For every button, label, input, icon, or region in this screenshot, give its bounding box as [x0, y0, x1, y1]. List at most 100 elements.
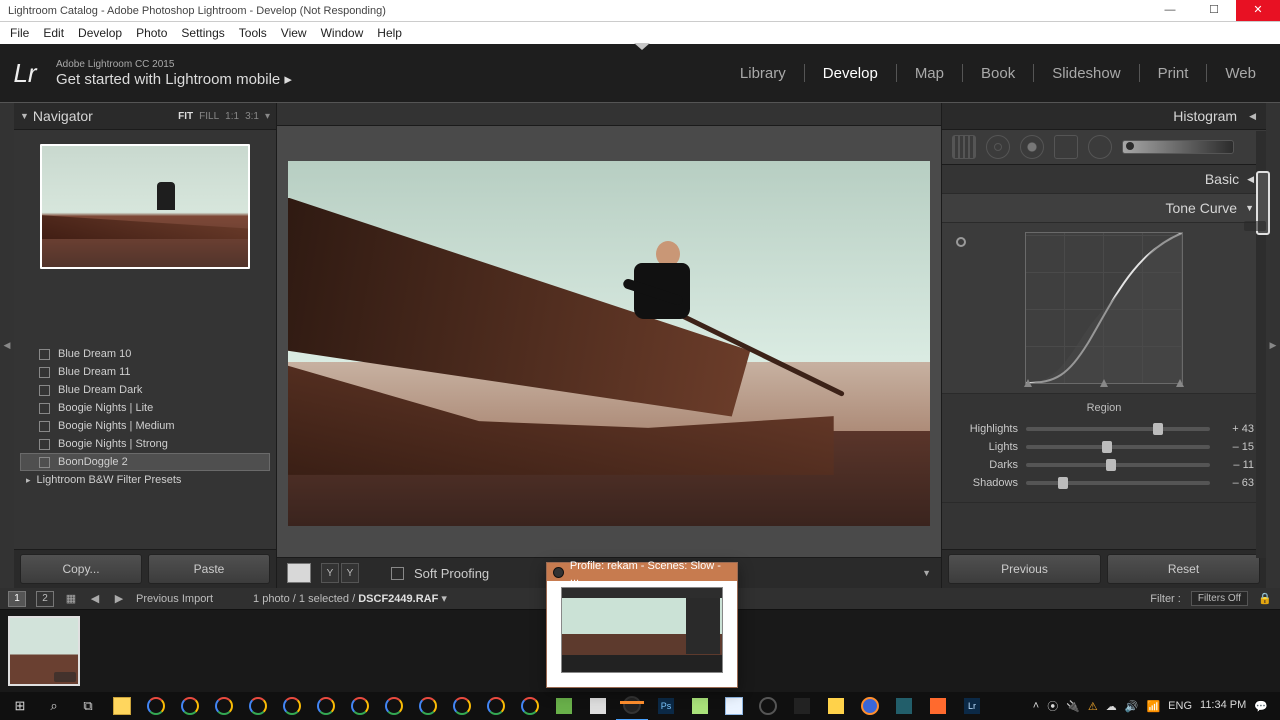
window-minimize-button[interactable]: — [1148, 0, 1192, 21]
histogram-header[interactable]: Histogram◀ [942, 103, 1266, 130]
module-map[interactable]: Map [907, 59, 952, 88]
taskbar-chrome-11[interactable] [480, 692, 512, 720]
taskbar-chrome-4[interactable] [242, 692, 274, 720]
paste-button[interactable]: Paste [148, 554, 270, 584]
target-adjustment-icon[interactable] [956, 237, 966, 247]
graduated-filter-tool[interactable] [1054, 135, 1078, 159]
tray-language[interactable]: ENG [1168, 700, 1192, 712]
tray-clock[interactable]: 11:34 PM [1200, 700, 1246, 712]
radial-filter-tool[interactable] [1088, 135, 1112, 159]
tone-curve-graph[interactable] [1025, 232, 1183, 384]
module-web[interactable]: Web [1217, 59, 1264, 88]
preset-item[interactable]: Boogie Nights | Medium [20, 417, 270, 435]
monitor-2-button[interactable]: 2 [36, 591, 54, 607]
taskbar-chrome-9[interactable] [412, 692, 444, 720]
zoom-fill[interactable]: FILL [199, 111, 219, 122]
preset-item[interactable]: Blue Dream 10 [20, 345, 270, 363]
nav-next-icon[interactable]: ▶ [112, 592, 126, 606]
taskbar-chrome-2[interactable] [174, 692, 206, 720]
copy-button[interactable]: Copy... [20, 554, 142, 584]
task-view[interactable]: ⧉ [72, 692, 104, 720]
taskbar-notepad[interactable] [718, 692, 750, 720]
navigator-header[interactable]: ▼ Navigator FIT FILL 1:1 3:1 ▾ [14, 103, 276, 130]
menu-edit[interactable]: Edit [43, 26, 64, 40]
curve-region-handles[interactable] [1024, 379, 1184, 387]
taskbar-search[interactable]: ⌕ [38, 692, 70, 720]
module-slideshow[interactable]: Slideshow [1044, 59, 1128, 88]
filename-dropdown-icon[interactable]: ▾ [441, 593, 447, 605]
tray-onedrive-icon[interactable]: ☁ [1106, 700, 1117, 713]
taskbar-chrome-12[interactable] [514, 692, 546, 720]
taskbar-chrome-6[interactable] [310, 692, 342, 720]
preset-item[interactable]: Blue Dream Dark [20, 381, 270, 399]
menu-file[interactable]: File [10, 26, 29, 40]
tray-volume-icon[interactable]: 🔊 [1125, 700, 1139, 713]
left-edge-handle[interactable]: ◀ [0, 103, 14, 588]
module-develop[interactable]: Develop [815, 59, 886, 88]
filter-lock-icon[interactable]: 🔒 [1258, 592, 1272, 606]
tray-power-icon[interactable]: 🔌 [1066, 700, 1080, 713]
menu-photo[interactable]: Photo [136, 26, 167, 40]
nav-prev-icon[interactable]: ◀ [88, 592, 102, 606]
zoom-dropdown[interactable]: ▾ [265, 111, 270, 122]
taskbar-app-teal[interactable] [888, 692, 920, 720]
menu-tools[interactable]: Tools [239, 26, 267, 40]
tray-warning-icon[interactable]: ⚠ [1088, 700, 1098, 713]
basic-header[interactable]: Basic◀ [942, 165, 1266, 194]
taskbar-chrome-3[interactable] [208, 692, 240, 720]
zoom-1-1[interactable]: 1:1 [225, 111, 239, 122]
taskbar-explorer[interactable] [106, 692, 138, 720]
top-edge-handle[interactable] [634, 43, 650, 50]
module-book[interactable]: Book [973, 59, 1023, 88]
before-after-buttons[interactable]: YY [321, 563, 359, 583]
taskbar-app-yellow[interactable] [820, 692, 852, 720]
grid-view-icon[interactable]: ▦ [64, 592, 78, 606]
taskbar-preview-popup[interactable]: Profile: rekam - Scenes: Slow - ... [546, 562, 738, 688]
main-photo[interactable] [288, 161, 930, 526]
taskbar-store[interactable] [582, 692, 614, 720]
taskbar-lightroom[interactable]: Lr [956, 692, 988, 720]
taskbar-chrome-8[interactable] [378, 692, 410, 720]
taskbar-chrome-5[interactable] [276, 692, 308, 720]
taskbar-chrome-1[interactable] [140, 692, 172, 720]
module-library[interactable]: Library [732, 59, 794, 88]
taskbar-app-orange[interactable] [922, 692, 954, 720]
slider-shadows[interactable]: Shadows – 63 [954, 474, 1254, 492]
tray-overflow-icon[interactable]: ˄ [1033, 700, 1039, 712]
mobile-link[interactable]: Get started with Lightroom mobile ▸ [56, 70, 292, 88]
menu-view[interactable]: View [281, 26, 307, 40]
menu-window[interactable]: Window [321, 26, 364, 40]
start-button[interactable]: ⊞ [4, 692, 36, 720]
zoom-3-1[interactable]: 3:1 [245, 111, 259, 122]
previous-button[interactable]: Previous [948, 554, 1101, 584]
preset-item[interactable]: Blue Dream 11 [20, 363, 270, 381]
filter-select[interactable]: Filters Off [1191, 591, 1248, 606]
module-print[interactable]: Print [1150, 59, 1197, 88]
preset-item[interactable]: Boogie Nights | Strong [20, 435, 270, 453]
slider-highlights[interactable]: Highlights + 43 [954, 420, 1254, 438]
taskbar-chrome-7[interactable] [344, 692, 376, 720]
tray-location-icon[interactable]: ⦿ [1047, 698, 1058, 714]
loupe-view-button[interactable] [287, 563, 311, 583]
reset-button[interactable]: Reset [1107, 554, 1260, 584]
tone-curve-header[interactable]: Tone Curve▼ [942, 194, 1266, 223]
menu-settings[interactable]: Settings [181, 26, 224, 40]
zoom-fit[interactable]: FIT [178, 111, 193, 122]
taskbar-app-dark1[interactable] [752, 692, 784, 720]
menu-help[interactable]: Help [377, 26, 402, 40]
monitor-1-button[interactable]: 1 [8, 591, 26, 607]
slider-lights[interactable]: Lights – 15 [954, 438, 1254, 456]
menu-develop[interactable]: Develop [78, 26, 122, 40]
taskbar-photoshop[interactable]: Ps [650, 692, 682, 720]
taskbar-app-green[interactable] [548, 692, 580, 720]
taskbar-app-lime[interactable] [684, 692, 716, 720]
adjustment-brush-tool[interactable] [1122, 140, 1234, 154]
taskbar-app-dark2[interactable] [786, 692, 818, 720]
soft-proofing-checkbox[interactable] [391, 567, 404, 580]
window-maximize-button[interactable]: ☐ [1192, 0, 1236, 21]
redeye-tool[interactable] [1020, 135, 1044, 159]
crop-tool[interactable] [952, 135, 976, 159]
filmstrip-thumbnail[interactable] [8, 616, 80, 686]
preset-item-selected[interactable]: BoonDoggle 2 [20, 453, 270, 471]
taskbar-firefox[interactable] [854, 692, 886, 720]
